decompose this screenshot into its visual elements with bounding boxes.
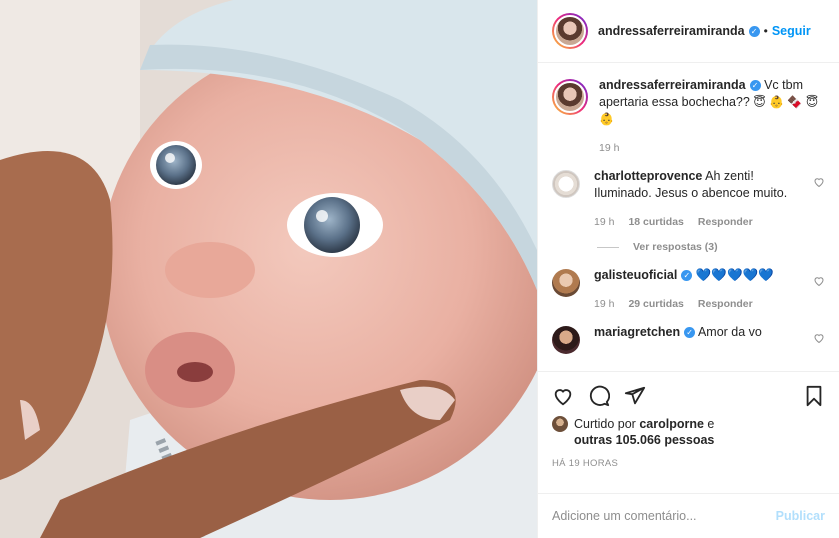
separator-dot: • <box>763 24 768 38</box>
post-actions: Curtido por carolporne e outras 105.066 … <box>538 371 839 493</box>
comment-likes[interactable]: 29 curtidas <box>628 298 683 310</box>
reply-button[interactable]: Responder <box>698 298 753 310</box>
comment-username[interactable]: mariagretchen <box>594 325 680 339</box>
heart-icon[interactable] <box>813 176 825 188</box>
comment-item: mariagretchen ✓ Amor da vo <box>552 324 825 354</box>
author-avatar[interactable] <box>552 13 588 49</box>
reply-button[interactable]: Responder <box>698 216 753 228</box>
post-timestamp[interactable]: HÁ 19 HORAS <box>552 458 825 469</box>
comment-username[interactable]: galisteuoficial <box>594 268 677 282</box>
comment-username[interactable]: charlotteprovence <box>594 169 702 183</box>
verified-icon: ✓ <box>684 327 696 339</box>
caption-username[interactable]: andressaferreiramiranda <box>599 78 746 92</box>
publish-button[interactable]: Publicar <box>776 509 825 523</box>
comment-text: Amor da vo <box>697 325 762 339</box>
comment-input[interactable] <box>552 509 776 523</box>
comment-text: 💙💙💙💙💙 <box>695 268 774 282</box>
commenter-avatar[interactable] <box>552 269 580 297</box>
likes-conj: e <box>707 417 715 431</box>
view-replies[interactable]: Ver respostas (3) <box>597 241 825 253</box>
comments-list[interactable]: andressaferreiramiranda ✓ Vc tbm apertari… <box>538 63 839 371</box>
post-header: andressaferreiramiranda ✓ • Seguir <box>538 0 839 63</box>
verified-icon: ✓ <box>749 80 761 92</box>
post-sidebar: andressaferreiramiranda ✓ • Seguir andre… <box>537 0 839 538</box>
verified-icon: ✓ <box>681 270 693 282</box>
share-icon[interactable] <box>624 385 646 407</box>
caption: andressaferreiramiranda ✓ Vc tbm apertari… <box>552 77 825 154</box>
post-image[interactable] <box>0 0 537 538</box>
heart-icon[interactable] <box>552 385 574 407</box>
comment-item: charlotteprovence Ah zenti! Iluminado. J… <box>552 168 825 228</box>
likes-others[interactable]: outras 105.066 pessoas <box>574 433 714 447</box>
heart-icon[interactable] <box>813 275 825 287</box>
likes-summary: Curtido por carolporne e outras 105.066 … <box>552 416 825 448</box>
instagram-post: andressaferreiramiranda ✓ • Seguir andre… <box>0 0 839 538</box>
verified-icon: ✓ <box>748 25 760 37</box>
likes-prefix: Curtido por <box>574 417 636 431</box>
commenter-avatar[interactable] <box>552 326 580 354</box>
caption-avatar[interactable] <box>552 79 588 115</box>
comment-icon[interactable] <box>588 385 610 407</box>
author-username[interactable]: andressaferreiramiranda <box>598 24 745 38</box>
heart-icon[interactable] <box>813 332 825 344</box>
comment-likes[interactable]: 18 curtidas <box>628 216 683 228</box>
comment-time[interactable]: 19 h <box>594 298 614 310</box>
comment-time[interactable]: 19 h <box>594 216 614 228</box>
liker-avatar[interactable] <box>552 416 568 432</box>
comment-item: galisteuoficial ✓ 💙💙💙💙💙 19 h 29 curtidas … <box>552 267 825 310</box>
add-comment-bar: Publicar <box>538 493 839 538</box>
commenter-avatar[interactable] <box>552 170 580 198</box>
action-icons <box>552 384 825 408</box>
baby-photo <box>0 0 537 538</box>
caption-time[interactable]: 19 h <box>599 142 619 154</box>
follow-button[interactable]: Seguir <box>772 24 811 38</box>
bookmark-icon[interactable] <box>803 385 825 407</box>
view-replies-label[interactable]: Ver respostas (3) <box>633 241 718 253</box>
liker-username[interactable]: carolporne <box>639 417 704 431</box>
replies-line <box>597 246 619 248</box>
